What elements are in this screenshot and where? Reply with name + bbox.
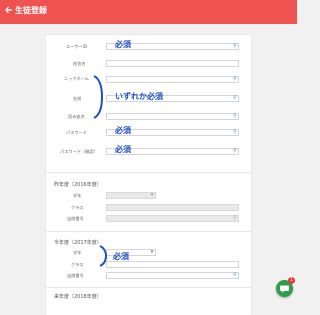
paperclip-icon[interactable]: ⚲ (232, 129, 238, 135)
this-class-input[interactable] (106, 261, 239, 268)
app-header: 生徒登録 (0, 0, 297, 24)
section-divider (46, 287, 251, 288)
prev-grade-label: 学年 (73, 193, 82, 198)
paperclip-icon[interactable]: ⚲ (232, 43, 238, 49)
paperclip-icon[interactable]: ⚲ (232, 148, 238, 154)
chevron-down-icon: ▾ (150, 192, 154, 198)
prev-number-label: 出席番号 (67, 216, 84, 221)
section-divider (46, 231, 251, 232)
required-note-password: 必須 (115, 126, 131, 135)
required-note-password-confirm: 必須 (115, 145, 131, 154)
paperclip-icon[interactable]: ⚲ (232, 95, 238, 101)
field-label-nickname: ニックネーム (64, 76, 89, 81)
reading-input[interactable] (106, 113, 239, 120)
prev-class-input (106, 204, 239, 211)
either-required-brace (93, 75, 104, 119)
either-required-note: いずれか必須 (115, 92, 163, 101)
field-label-password-confirm: パスワード（確認） (60, 149, 98, 154)
nickname-input[interactable] (106, 76, 239, 83)
required-note-user-id: 必須 (115, 40, 131, 49)
field-label-user-id: ユーザーID (66, 44, 88, 49)
field-label-password: パスワード (66, 130, 87, 135)
this-class-label: クラス (71, 262, 84, 267)
this-year-title: 今年度（2017年度） (54, 240, 102, 246)
section-divider (46, 172, 251, 173)
page-title: 生徒登録 (15, 6, 47, 15)
chevron-down-icon[interactable]: ▾ (149, 249, 155, 255)
this-grade-label: 学年 (73, 250, 82, 255)
school-name-input[interactable] (106, 60, 239, 67)
notification-badge: 1 (288, 277, 295, 284)
field-label-name: 名前 (73, 96, 82, 101)
prev-year-title: 昨年度（2016年度） (54, 182, 102, 188)
paperclip-icon[interactable]: ⚲ (232, 76, 238, 82)
paperclip-icon[interactable]: ⚲ (232, 113, 238, 119)
paperclip-icon[interactable]: ⚲ (232, 272, 238, 278)
this-number-label: 出席番号 (67, 273, 84, 278)
required-brace (99, 245, 108, 267)
this-number-input[interactable] (106, 272, 239, 279)
prev-number-input (106, 215, 239, 222)
paperclip-icon: ⚲ (233, 215, 237, 221)
field-label-school: 校舎名 (73, 61, 86, 66)
prev-class-label: クラス (71, 205, 84, 210)
field-label-reading: 読み仮名 (68, 114, 85, 119)
